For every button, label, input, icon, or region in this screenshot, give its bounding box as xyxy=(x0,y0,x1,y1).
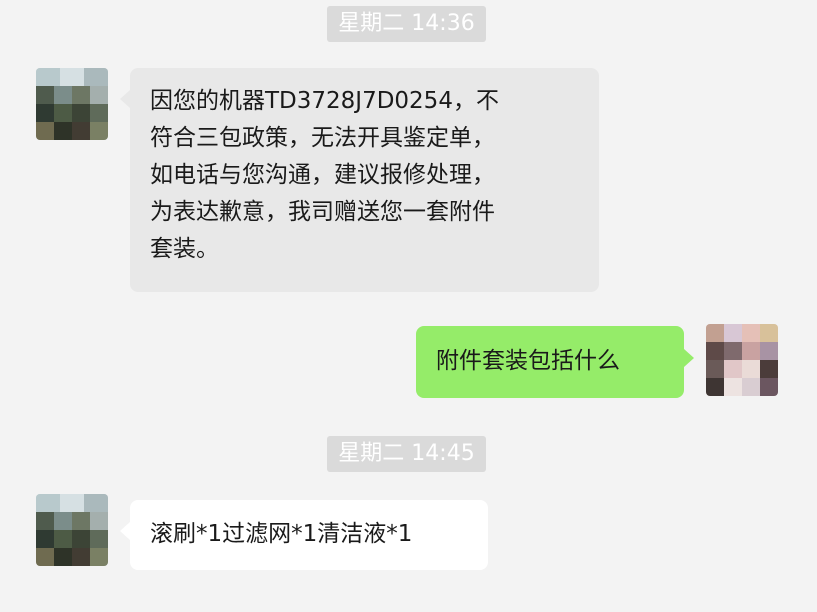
self-avatar-image xyxy=(706,324,778,396)
contact-avatar-icon[interactable] xyxy=(36,494,108,566)
bubble-tail xyxy=(120,90,130,108)
message-line: 如电话与您沟通，建议报修处理， xyxy=(150,162,495,188)
received-message-1[interactable]: 因您的机器TD3728J7D0254，不 符合三包政策，无法开具鉴定单， 如电话… xyxy=(120,68,599,292)
timestamp-2: 星期二 14:45 xyxy=(327,436,486,472)
message-line: 套装。 xyxy=(150,236,219,262)
bubble-tail xyxy=(684,349,694,367)
message-line: 符合三包政策，无法开具鉴定单， xyxy=(150,125,495,151)
self-avatar-icon[interactable] xyxy=(706,324,778,396)
message-line: 为表达歉意，我司赠送您一套附件 xyxy=(150,199,495,225)
contact-avatar-icon[interactable] xyxy=(36,68,108,140)
received-message-2[interactable]: 滚刷*1过滤网*1清洁液*1 xyxy=(120,500,488,570)
message-text: 附件套装包括什么 xyxy=(436,348,620,374)
contact-avatar-image xyxy=(36,494,108,566)
timestamp-1: 星期二 14:36 xyxy=(327,6,486,42)
contact-avatar-image xyxy=(36,68,108,140)
bubble-tail xyxy=(120,522,130,540)
sent-message-1[interactable]: 附件套装包括什么 xyxy=(416,326,694,398)
message-text: 滚刷*1过滤网*1清洁液*1 xyxy=(150,521,413,547)
message-line: 因您的机器TD3728J7D0254，不 xyxy=(150,88,499,114)
